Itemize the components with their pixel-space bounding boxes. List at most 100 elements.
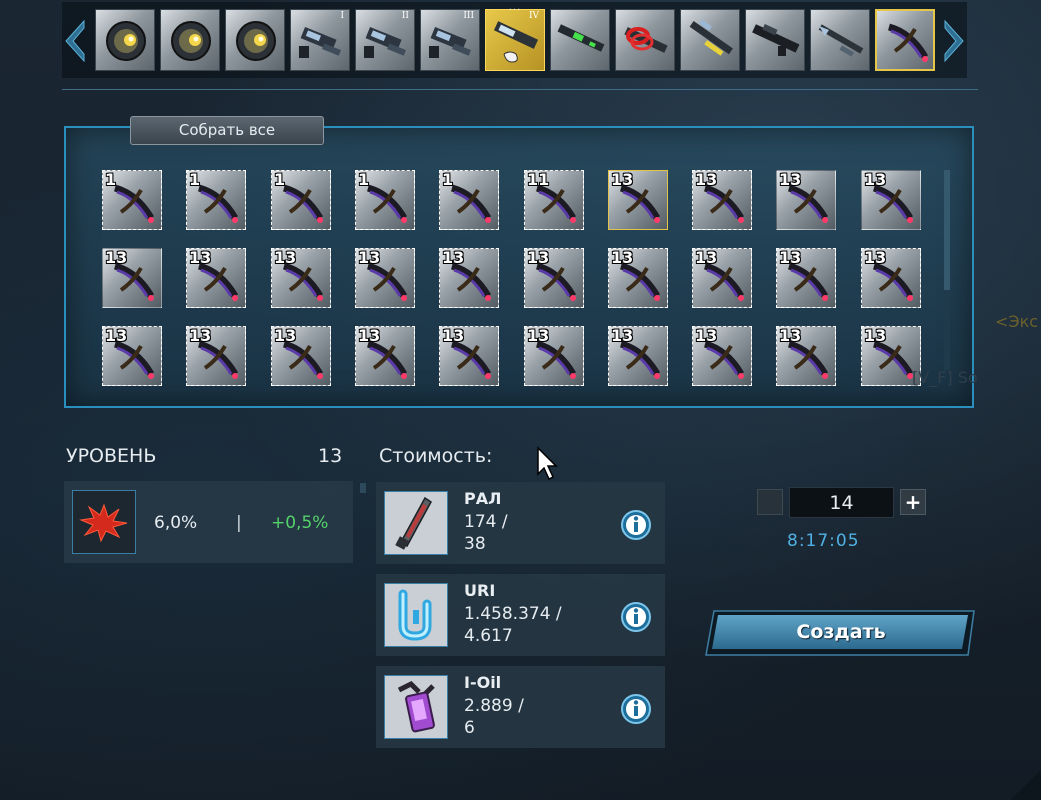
increase-quantity-button[interactable]: + [900, 489, 926, 515]
more-indicator: ... [508, 2, 522, 13]
inventory-cell[interactable]: 13 [861, 248, 921, 308]
weapon-slot[interactable] [95, 9, 155, 71]
inventory-cell[interactable]: 13 [692, 170, 752, 230]
weapon-slot-list: I II III IV... [95, 2, 935, 71]
item-level: 13 [358, 326, 381, 345]
weapon-slot[interactable] [225, 9, 285, 71]
weapon-slot[interactable]: I [290, 9, 350, 71]
resource-row-ioil: I-Oil 2.889 / 6 [376, 666, 665, 748]
inventory-cell[interactable]: 13 [355, 248, 415, 308]
resource-name: URI [464, 581, 496, 600]
bonus-separator: | [236, 513, 242, 533]
inventory-cell[interactable]: 1 [271, 170, 331, 230]
blade-shard-icon [384, 491, 448, 555]
weapon-slot[interactable] [810, 9, 870, 71]
inventory-cell[interactable]: 13 [524, 326, 584, 386]
weapon-slot[interactable]: III [420, 9, 480, 71]
inventory-cell[interactable]: 13 [102, 248, 162, 308]
quantity-input[interactable]: 14 [789, 487, 894, 518]
weapon-slot[interactable] [875, 9, 935, 71]
item-level: 13 [864, 170, 887, 189]
weapon-slot[interactable]: IV... [485, 2, 545, 71]
item-level: 1 [442, 170, 454, 189]
inventory-cell[interactable]: 13 [608, 170, 668, 230]
item-level: 13 [105, 248, 128, 267]
item-level: 13 [358, 248, 381, 267]
tier-label: II [401, 11, 409, 21]
create-button[interactable]: Создать [704, 609, 978, 657]
inventory-cell[interactable]: 13 [776, 326, 836, 386]
decrease-quantity-button[interactable] [757, 489, 783, 515]
inventory-cell[interactable]: 1 [102, 170, 162, 230]
item-level: 13 [442, 326, 465, 345]
item-level: 11 [527, 170, 550, 189]
weapon-slot[interactable] [745, 9, 805, 71]
level-bonus-box: 6,0% | +0,5% [64, 481, 353, 563]
scroll-left-arrow[interactable] [62, 18, 88, 64]
resource-required: 4.617 [464, 626, 513, 646]
resource-name: I-Oil [464, 673, 502, 692]
inventory-cell[interactable]: 13 [271, 248, 331, 308]
inventory-cell[interactable]: 1 [355, 170, 415, 230]
inventory-cell[interactable]: 1 [439, 170, 499, 230]
inventory-cell[interactable]: 13 [186, 248, 246, 308]
inventory-cell[interactable]: 13 [271, 326, 331, 386]
weapon-slot[interactable] [160, 9, 220, 71]
item-level: 13 [611, 326, 634, 345]
inventory-cell[interactable]: 1 [186, 170, 246, 230]
create-button-label: Создать [796, 621, 886, 643]
damage-burst-icon [72, 490, 136, 554]
resource-required: 6 [464, 718, 475, 738]
inventory-cell[interactable]: 13 [439, 326, 499, 386]
weapon-slot[interactable] [615, 9, 675, 71]
weapon-slot[interactable] [550, 9, 610, 71]
resource-name: РАЛ [464, 489, 502, 508]
inventory-cell[interactable]: 13 [776, 248, 836, 308]
inventory-cell[interactable]: 11 [524, 170, 584, 230]
item-level: 13 [189, 326, 212, 345]
inventory-cell[interactable]: 13 [692, 326, 752, 386]
inventory-cell[interactable]: 13 [776, 170, 836, 230]
inventory-cell[interactable]: 13 [861, 170, 921, 230]
weapon-slot[interactable]: II [355, 9, 415, 71]
inventory-scrollbar[interactable] [944, 170, 950, 370]
scrollbar-thumb[interactable] [944, 170, 950, 290]
craft-timer: 8:17:05 [787, 531, 860, 551]
inventory-cell[interactable]: 13 [524, 248, 584, 308]
cost-label: Стоимость: [379, 445, 493, 467]
resource-owned: 2.889 / [464, 696, 524, 716]
item-level: 13 [695, 170, 718, 189]
weapon-slot[interactable] [680, 9, 740, 71]
resource-row-ral: РАЛ 174 / 38 [376, 482, 665, 564]
crafting-window: I II III IV... Собрать все 1 1 1 1 1 11 13 13 13 13 1… [0, 0, 1041, 800]
resource-required: 38 [464, 534, 486, 554]
level-value: 13 [318, 445, 343, 467]
item-level: 13 [611, 170, 634, 189]
inventory-cell[interactable]: 13 [608, 326, 668, 386]
bonus-scrollbar[interactable] [360, 483, 366, 493]
inventory-cell[interactable]: 13 [355, 326, 415, 386]
mouse-cursor-icon [537, 446, 558, 481]
inventory-cell[interactable]: 13 [692, 248, 752, 308]
item-level: 13 [105, 326, 128, 345]
divider [62, 89, 978, 90]
inventory-cell[interactable]: 13 [608, 248, 668, 308]
item-level: 13 [864, 326, 887, 345]
inventory-cell[interactable]: 13 [439, 248, 499, 308]
item-level: 1 [274, 170, 286, 189]
info-icon[interactable] [620, 693, 652, 725]
item-level: 13 [779, 326, 802, 345]
tier-label: I [340, 11, 344, 21]
inventory-cell[interactable]: 13 [102, 326, 162, 386]
inventory-cell[interactable]: 13 [186, 326, 246, 386]
collect-all-button[interactable]: Собрать все [130, 116, 324, 145]
background-chat-text: [V_F] So [912, 368, 978, 387]
scroll-right-arrow[interactable] [941, 18, 967, 64]
item-level: 13 [274, 326, 297, 345]
info-icon[interactable] [620, 509, 652, 541]
resize-corner-icon [1010, 770, 1041, 800]
uri-pipe-icon [384, 583, 448, 647]
info-icon[interactable] [620, 601, 652, 633]
resource-owned: 1.458.374 / [464, 604, 562, 624]
item-level: 13 [695, 248, 718, 267]
